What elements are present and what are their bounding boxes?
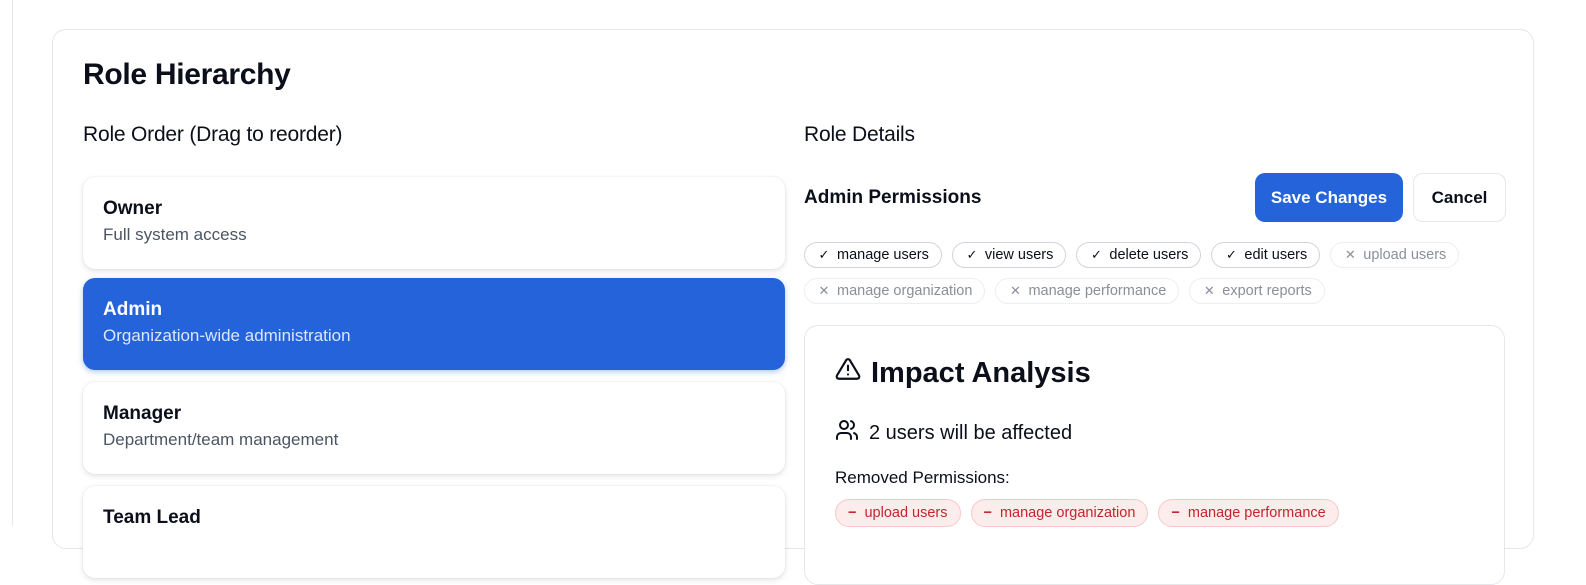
permission-chip-delete-users[interactable]: ✓ delete users [1076,242,1202,268]
permission-label: delete users [1109,247,1189,263]
save-changes-button[interactable]: Save Changes [1255,173,1403,222]
permission-label: manage users [837,247,929,263]
impact-analysis-panel: Impact Analysis 2 users will be affected… [804,325,1505,585]
permission-label: edit users [1244,247,1308,263]
role-order-heading: Role Order (Drag to reorder) [83,123,343,146]
role-name: Manager [103,403,182,424]
check-icon: ✓ [966,247,978,262]
check-icon: ✓ [1225,247,1237,262]
affected-users: 2 users will be affected [835,418,1072,448]
warning-triangle-icon [835,356,861,390]
x-icon: ✕ [818,283,830,298]
cancel-button[interactable]: Cancel [1413,173,1506,222]
role-description: Full system access [103,225,247,244]
role-item-manager[interactable]: Manager Department/team management [83,382,785,474]
check-icon: ✓ [818,247,830,262]
permission-label: export reports [1222,283,1312,299]
permission-chip-view-users[interactable]: ✓ view users [951,242,1067,268]
impact-analysis-title: Impact Analysis [835,356,1091,390]
removed-permission-chip: − upload users [835,499,961,527]
permission-chip-manage-organization[interactable]: ✕ manage organization [804,278,986,304]
removed-permission-label: upload users [864,505,948,521]
role-description: Department/team management [103,430,339,449]
permission-label: manage organization [837,283,973,299]
removed-permission-label: manage organization [999,505,1136,521]
role-item-admin[interactable]: Admin Organization-wide administration [83,278,785,370]
role-name: Admin [103,299,163,320]
removed-permission-chip: − manage organization [970,499,1149,527]
check-icon: ✓ [1090,247,1102,262]
page-divider [12,0,13,526]
page-title: Role Hierarchy [83,58,291,91]
permission-label: upload users [1363,247,1447,263]
permissions-title: Admin Permissions [804,187,982,208]
role-hierarchy-card: Role Hierarchy Role Order (Drag to reord… [52,29,1534,585]
users-icon [835,418,859,448]
removed-permission-label: manage performance [1187,505,1326,521]
x-icon: ✕ [1203,283,1215,298]
permission-chip-manage-performance[interactable]: ✕ manage performance [995,278,1180,304]
role-name: Owner [103,198,163,219]
permission-chip-export-reports[interactable]: ✕ export reports [1189,278,1325,304]
permission-label: view users [984,247,1054,263]
impact-title-text: Impact Analysis [871,356,1091,389]
permission-label: manage performance [1028,283,1167,299]
removed-permission-chip: − manage performance [1158,499,1339,527]
role-item-owner[interactable]: Owner Full system access [83,177,785,269]
removed-permissions-list: − upload users − manage organization − m… [835,499,1339,527]
role-item-team-lead[interactable]: Team Lead [83,486,785,578]
x-icon: ✕ [1344,247,1356,262]
role-details-heading: Role Details [804,123,915,146]
minus-icon: − [1171,505,1180,521]
permission-chip-upload-users[interactable]: ✕ upload users [1330,242,1460,268]
permission-chip-edit-users[interactable]: ✓ edit users [1211,242,1321,268]
permission-chip-manage-users[interactable]: ✓ manage users [804,242,942,268]
minus-icon: − [983,505,992,521]
x-icon: ✕ [1009,283,1021,298]
minus-icon: − [848,505,857,521]
role-description: Organization-wide administration [103,326,351,345]
affected-users-text: 2 users will be affected [869,421,1073,444]
removed-permissions-label: Removed Permissions: [835,468,1010,487]
permission-chips: ✓ manage users ✓ view users ✓ delete use… [804,242,1509,304]
